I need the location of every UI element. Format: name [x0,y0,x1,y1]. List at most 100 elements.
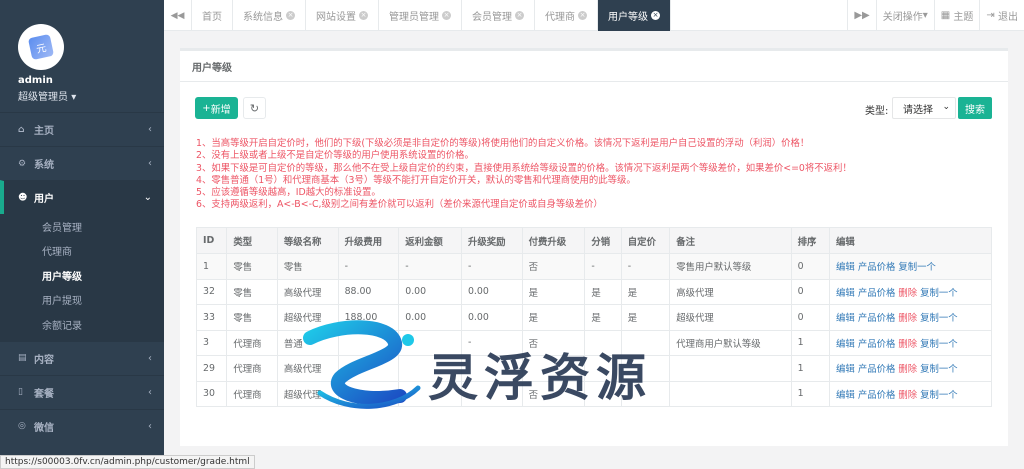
tab-agent[interactable]: 代理商 × [535,0,598,31]
toolbar: + 新增 ↻ 类型: 请选择 ⌄ 搜索 [180,82,1008,122]
col-header[interactable]: 等级名称 [276,227,339,254]
theme-button[interactable]: ▦ 主题 [933,0,980,31]
note-line: 5、应该遵循等级越高，ID越大的标准设置。 [196,187,381,199]
col-header[interactable]: 升级奖励 [460,227,523,254]
col-header[interactable]: 类型 [226,227,278,254]
copy-link[interactable]: 复制一个 [898,262,936,273]
tab-label: 管理员管理 [389,12,439,23]
delete-link[interactable]: 删除 [898,339,917,350]
panel-title: 用户等级 [180,51,1008,82]
sidebar-item-package[interactable]: ▯ 套餐 ‹ [0,374,164,409]
table-cell: 是 [620,278,671,305]
sidebar-item-system[interactable]: ⚙ 系统 ‹ [0,146,164,180]
submenu-withdraw[interactable]: 用户提现 [0,288,164,313]
edit-link[interactable]: 编辑 [836,262,855,273]
copy-link[interactable]: 复制一个 [920,288,958,299]
chevron-down-icon: ⌄ [942,102,950,112]
edit-link[interactable]: 编辑 [836,313,855,324]
table-cell: 是 [521,304,586,331]
col-header[interactable]: 分销 [584,227,622,254]
submenu-agent[interactable]: 代理商 [0,239,164,264]
edit-link[interactable]: 编辑 [836,364,855,375]
delete-link[interactable]: 删除 [898,288,917,299]
tab-site-settings[interactable]: 网站设置 × [306,0,379,31]
table-cell: 高级代理 [276,278,339,305]
sidebar-item-label: 微信 [34,422,54,434]
chevron-left-icon: ‹ [148,124,152,135]
copy-link[interactable]: 复制一个 [920,390,958,401]
col-header[interactable]: 自定价 [620,227,671,254]
product-price-link[interactable]: 产品价格 [858,339,896,350]
copy-link[interactable]: 复制一个 [920,364,958,375]
table-cell: 188.00 [337,304,400,331]
product-price-link[interactable]: 产品价格 [858,288,896,299]
refresh-button[interactable]: ↻ [243,97,266,119]
col-header[interactable]: 排序 [790,227,831,254]
type-select[interactable]: 请选择 ⌄ [892,97,956,119]
table-cell: 高级代理 [669,278,792,305]
logout-button[interactable]: ⇥ 退出 [979,0,1024,31]
product-price-link[interactable]: 产品价格 [858,364,896,375]
edit-link[interactable]: 编辑 [836,288,855,299]
close-icon[interactable]: × [578,11,587,20]
edit-link[interactable]: 编辑 [836,339,855,350]
sidebar-item-wechat[interactable]: ◎ 微信 ‹ [0,408,164,443]
role-dropdown[interactable]: 超级管理员 ▾ [18,88,164,103]
table-row: 3 代理商 普通 - - 否代理商用户默认等级 1 编辑 产品价格 删除 复制一个 [195,329,992,356]
close-icon[interactable]: × [286,11,295,20]
delete-link[interactable]: 删除 [898,364,917,375]
table-cell: 0 [790,278,831,305]
close-icon[interactable]: × [442,11,451,20]
col-header[interactable]: 备注 [669,227,792,254]
col-header[interactable]: 付费升级 [521,227,586,254]
tab-member-manage[interactable]: 会员管理 × [462,0,535,31]
col-header[interactable]: 升级费用 [337,227,400,254]
table-cell: - [398,253,462,280]
scroll-left-button[interactable]: ◀◀ [164,0,192,31]
col-header[interactable]: 返利金额 [398,227,462,254]
submenu-balance-log[interactable]: 余额记录 [0,312,164,337]
theme-label: 主题 [953,12,974,23]
tab-system-info[interactable]: 系统信息 × [233,0,306,31]
close-icon[interactable]: × [651,11,660,20]
col-header[interactable]: ID [195,227,228,254]
tab-user-level[interactable]: 用户等级 × [598,0,671,31]
table-cell: 否 [521,329,586,356]
table-cell: 0.00 [398,278,462,305]
product-price-link[interactable]: 产品价格 [858,390,896,401]
avatar[interactable]: 元 [18,24,64,70]
sidebar-item-content[interactable]: ▤ 内容 ‹ [0,340,164,375]
close-icon[interactable]: × [359,11,368,20]
edit-link[interactable]: 编辑 [836,390,855,401]
sidebar-item-label: 系统 [34,160,54,171]
table-cell: 1 [790,329,831,356]
table-cell: 88.00 [337,278,400,305]
sidebar-item-home[interactable]: ⌂ 主页 ‹ [0,112,164,146]
search-button[interactable]: 搜索 [958,97,992,119]
tab-home[interactable]: 首页 [192,0,233,31]
table-row: 33 零售 超级代理 188.00 0.00 0.00 是是是超级代理 0 编辑 产品价格 删除 复制… [195,304,992,331]
tab-admin-manage[interactable]: 管理员管理 × [379,0,462,31]
product-price-link[interactable]: 产品价格 [858,313,896,324]
table-row: 32 零售 高级代理 88.00 0.00 0.00 是是是高级代理 0 编辑 产品价格 删除 复制一… [195,278,992,305]
submenu-user-level[interactable]: 用户等级 [0,263,164,288]
table-cell: 是 [521,278,586,305]
add-button[interactable]: + 新增 [195,97,238,119]
delete-link[interactable]: 删除 [898,313,917,324]
sidebar-item-users[interactable]: ☻ 用户 ⌄ [0,180,164,214]
submenu-member-manage[interactable]: 会员管理 [0,214,164,239]
scroll-right-button[interactable]: ▶▶ [847,0,875,31]
close-operations-dropdown[interactable]: 关闭操作 ▾ [875,0,934,31]
close-icon[interactable]: × [515,11,524,20]
table-cell [521,355,586,382]
chevron-left-icon: ‹ [148,386,152,398]
copy-link[interactable]: 复制一个 [920,313,958,324]
theme-icon: ▦ [940,10,951,21]
table-cell: - [620,253,671,280]
delete-link[interactable]: 删除 [898,390,917,401]
wechat-icon: ◎ [18,421,26,431]
copy-link[interactable]: 复制一个 [920,339,958,350]
table-cell: 代理商 [226,355,278,382]
product-price-link[interactable]: 产品价格 [858,262,896,273]
table-cell: 高级代理 [276,355,339,382]
